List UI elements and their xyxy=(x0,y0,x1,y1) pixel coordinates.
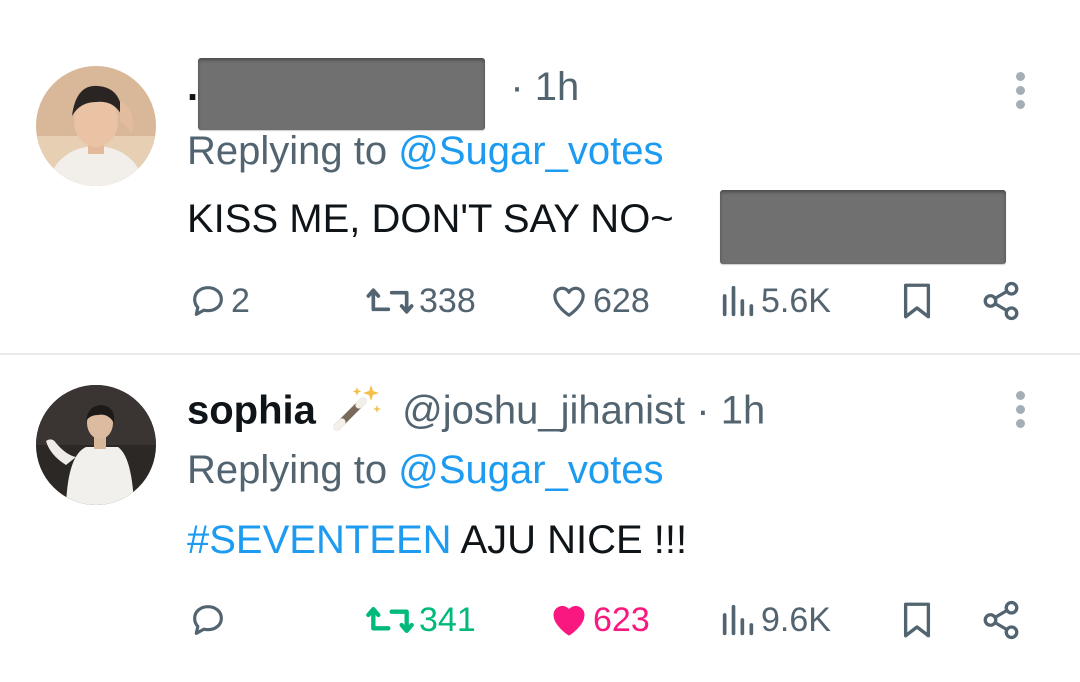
views-button[interactable]: 5.6K xyxy=(718,273,831,329)
views-icon xyxy=(722,604,754,636)
more-icon[interactable] xyxy=(1010,391,1030,435)
hashtag-link[interactable]: #SEVENTEEN xyxy=(187,518,452,562)
like-button[interactable]: 628 xyxy=(548,273,650,329)
action-bar: 2 338 628 5.6K xyxy=(0,273,1080,329)
tweet[interactable]: . · 1h Replying to @Sugar_votes KISS ME,… xyxy=(0,0,1080,353)
reply-button[interactable]: 2 xyxy=(188,273,250,329)
mention-link[interactable]: @Sugar_votes xyxy=(398,129,663,173)
display-name[interactable]: . xyxy=(187,65,198,109)
timestamp[interactable]: · 1h xyxy=(696,389,765,433)
like-count: 628 xyxy=(593,281,650,320)
replying-prefix: Replying to xyxy=(187,448,388,492)
like-icon xyxy=(553,286,585,317)
views-count: 5.6K xyxy=(761,281,831,320)
avatar[interactable] xyxy=(36,385,156,505)
share-icon xyxy=(983,281,1019,321)
magic-wand-icon xyxy=(331,383,383,443)
avatar[interactable] xyxy=(36,66,156,186)
tweet[interactable]: sophia @joshu_jihanist · 1h Replying to … xyxy=(0,355,1080,682)
action-bar: 341 623 9.6K xyxy=(0,592,1080,648)
like-icon xyxy=(553,605,585,636)
display-name[interactable]: sophia xyxy=(187,389,316,433)
share-button[interactable] xyxy=(980,592,1022,648)
replying-prefix: Replying to xyxy=(187,129,388,173)
retweet-icon xyxy=(366,607,414,633)
views-count: 9.6K xyxy=(761,600,831,639)
reply-icon xyxy=(193,286,223,316)
like-count: 623 xyxy=(593,600,650,639)
bookmark-icon xyxy=(903,602,931,638)
tweet-text: #SEVENTEEN AJU NICE !!! xyxy=(187,515,687,565)
handle[interactable]: @joshu_jihanist xyxy=(402,389,685,433)
retweet-count: 338 xyxy=(419,281,476,320)
bookmark-button[interactable] xyxy=(896,273,938,329)
reply-icon xyxy=(193,605,223,635)
reply-button[interactable] xyxy=(188,592,231,648)
tweet-header: sophia @joshu_jihanist · 1h xyxy=(187,383,765,433)
redaction-block xyxy=(720,190,1006,264)
bookmark-icon xyxy=(903,283,931,319)
share-button[interactable] xyxy=(980,273,1022,329)
more-icon[interactable] xyxy=(1010,72,1030,116)
share-icon xyxy=(983,600,1019,640)
replying-to-line: Replying to @Sugar_votes xyxy=(187,445,663,495)
bookmark-button[interactable] xyxy=(896,592,938,648)
mention-link[interactable]: @Sugar_votes xyxy=(398,448,663,492)
reply-count: 2 xyxy=(231,281,250,320)
tweet-text-rest: AJU NICE !!! xyxy=(451,518,688,562)
retweet-button[interactable]: 338 xyxy=(364,273,476,329)
views-icon xyxy=(722,285,754,317)
redaction-block xyxy=(198,58,485,130)
retweet-count: 341 xyxy=(419,600,476,639)
tweet-text: KISS ME, DON'T SAY NO~ xyxy=(187,197,674,241)
like-button[interactable]: 623 xyxy=(548,592,650,648)
retweet-icon xyxy=(366,288,414,314)
replying-to-line: Replying to @Sugar_votes xyxy=(187,126,663,176)
views-button[interactable]: 9.6K xyxy=(718,592,831,648)
retweet-button[interactable]: 341 xyxy=(364,592,476,648)
timestamp[interactable]: · 1h xyxy=(510,65,579,109)
